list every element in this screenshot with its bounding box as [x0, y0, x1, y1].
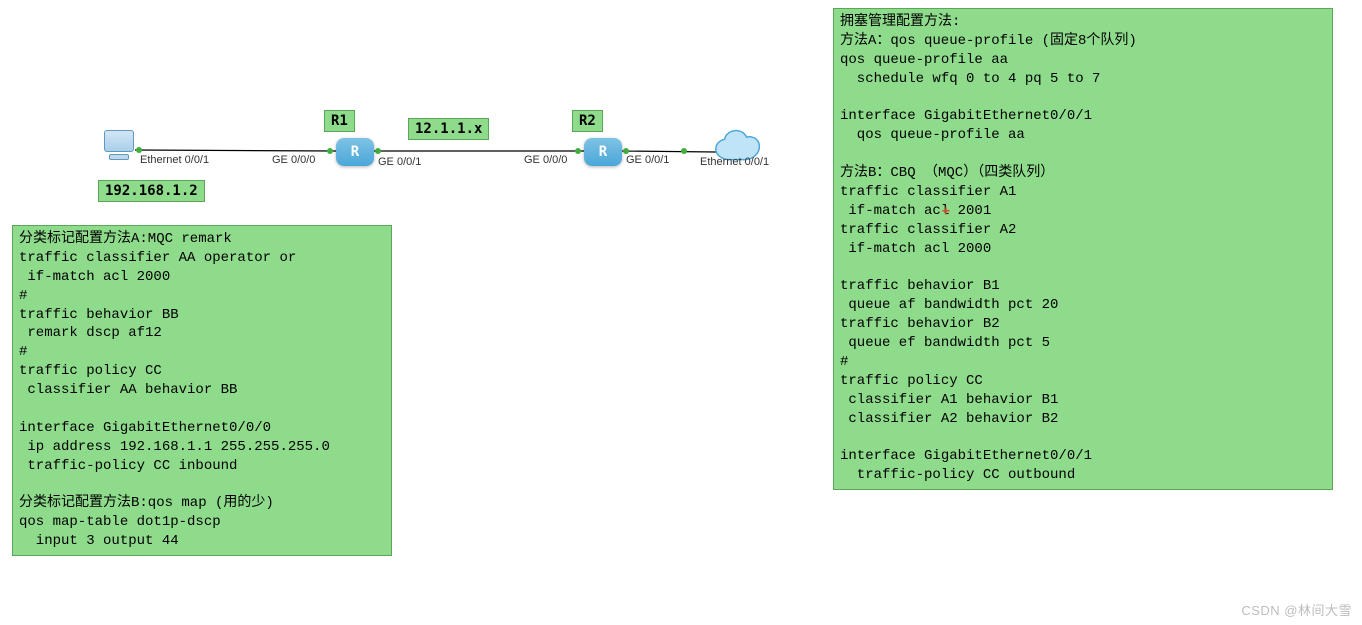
port-label-r2-right: GE 0/0/1: [626, 154, 669, 166]
marker-plus-icon: +: [942, 204, 950, 219]
watermark-text: CSDN @林间大雪: [1241, 600, 1352, 619]
router-r1: [336, 138, 374, 166]
port-label-cloud: Ethernet 0/0/1: [700, 156, 769, 168]
subnet-label: 12.1.1.x: [408, 118, 489, 140]
port-label-r1-right: GE 0/0/1: [378, 156, 421, 168]
port-label-r2-left: GE 0/0/0: [524, 154, 567, 166]
r2-label: R2: [572, 110, 603, 132]
pc-device: [100, 130, 138, 160]
topology-wires: [0, 0, 820, 200]
port-label-r1-left: GE 0/0/0: [272, 154, 315, 166]
config-box-right: 拥塞管理配置方法: 方法A：qos queue-profile (固定8个队列)…: [833, 8, 1333, 490]
router-r2: [584, 138, 622, 166]
network-topology: R1 R2 12.1.1.x 192.168.1.2 Ethernet 0/0/…: [0, 0, 820, 200]
port-label-pc: Ethernet 0/0/1: [140, 154, 209, 166]
r1-label: R1: [324, 110, 355, 132]
pc-icon: [100, 130, 138, 160]
router-icon: [584, 138, 622, 166]
pc-ip-label: 192.168.1.2: [98, 180, 205, 202]
router-icon: [336, 138, 374, 166]
config-box-left: 分类标记配置方法A:MQC remark traffic classifier …: [12, 225, 392, 556]
